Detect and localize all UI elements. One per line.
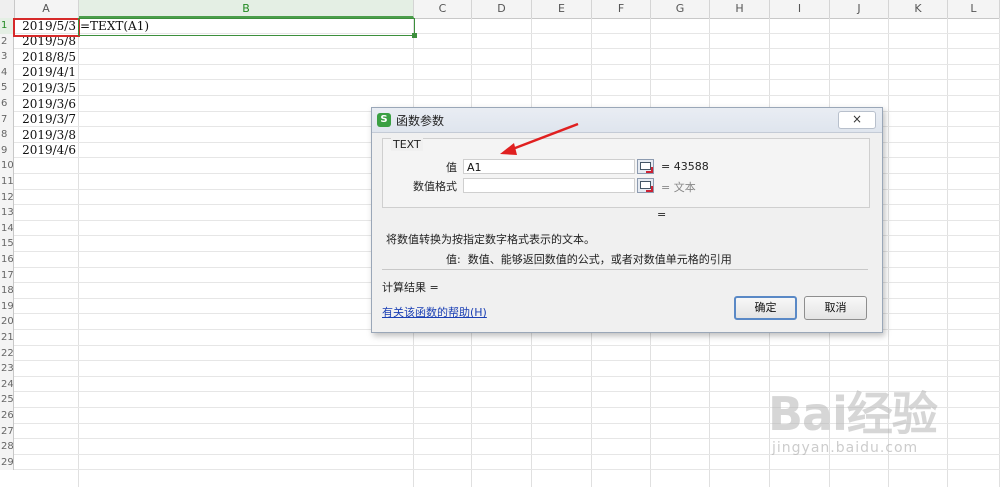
row-header-22[interactable]: 22 bbox=[0, 345, 14, 362]
arg-label-value: 值 bbox=[446, 161, 457, 174]
ok-button[interactable]: 确定 bbox=[734, 296, 797, 320]
row-header-28[interactable]: 28 bbox=[0, 439, 14, 455]
arg-input-value[interactable]: A1 bbox=[463, 159, 635, 174]
row-header-29[interactable]: 29 bbox=[0, 454, 14, 471]
function-description: 将数值转换为按指定数字格式表示的文本。 bbox=[386, 233, 595, 246]
column-header-h[interactable]: H bbox=[710, 0, 770, 18]
cell-a9[interactable]: 2019/4/6 bbox=[14, 143, 76, 158]
cell-a7[interactable]: 2019/3/7 bbox=[14, 112, 76, 127]
column-header-f[interactable]: F bbox=[592, 0, 651, 18]
arg-result-value: = 43588 bbox=[661, 160, 709, 173]
cell-a1-highlight bbox=[13, 18, 80, 37]
row-header-9[interactable]: 9 bbox=[0, 142, 14, 159]
fill-handle[interactable] bbox=[412, 33, 417, 38]
arguments-group: TEXT 值 A1 = 43588 数值格式 = 文本 bbox=[382, 138, 870, 208]
row-header-6[interactable]: 6 bbox=[0, 96, 14, 112]
row-header-20[interactable]: 20 bbox=[0, 314, 14, 330]
parameter-text: 数值、能够返回数值的公式，或者对数值单元格的引用 bbox=[467, 253, 732, 266]
row-header-21[interactable]: 21 bbox=[0, 330, 14, 346]
row-header-25[interactable]: 25 bbox=[0, 392, 14, 408]
cell-a3[interactable]: 2018/8/5 bbox=[14, 50, 76, 65]
grid-column-line bbox=[78, 18, 79, 487]
grid-row-line bbox=[14, 48, 1000, 50]
column-header-b[interactable]: B bbox=[79, 0, 414, 18]
cell-a5[interactable]: 2019/3/5 bbox=[14, 81, 76, 96]
row-header-19[interactable]: 19 bbox=[0, 298, 14, 315]
grid-row-line bbox=[14, 79, 1000, 81]
close-button[interactable]: × bbox=[838, 111, 876, 129]
column-header-d[interactable]: D bbox=[472, 0, 532, 18]
row-header-8[interactable]: 8 bbox=[0, 127, 14, 143]
row-header-10[interactable]: 10 bbox=[0, 158, 14, 174]
row-header-2[interactable]: 2 bbox=[0, 33, 14, 50]
column-header-e[interactable]: E bbox=[532, 0, 592, 18]
watermark-url: jingyan.baidu.com bbox=[772, 440, 919, 456]
cell-b1-formula[interactable]: =TEXT(A1) bbox=[80, 19, 149, 34]
dialog-title: 函数参数 bbox=[396, 114, 445, 128]
row-header-4[interactable]: 4 bbox=[0, 64, 14, 81]
row-header-13[interactable]: 13 bbox=[0, 205, 14, 221]
baidu-watermark: Bai经验 jingyan.baidu.com bbox=[764, 378, 1000, 487]
calculation-result: 计算结果 = bbox=[382, 281, 439, 294]
function-name: TEXT bbox=[391, 138, 423, 151]
grid-row-line bbox=[14, 95, 1000, 96]
row-header-23[interactable]: 23 bbox=[0, 361, 14, 377]
row-header-5[interactable]: 5 bbox=[0, 80, 14, 96]
cancel-button[interactable]: 取消 bbox=[804, 296, 867, 320]
row-header-7[interactable]: 7 bbox=[0, 111, 14, 128]
grid-row-line bbox=[14, 63, 1000, 65]
column-header-l[interactable]: L bbox=[948, 0, 1000, 18]
select-all-corner[interactable] bbox=[0, 0, 15, 18]
column-header-g[interactable]: G bbox=[651, 0, 710, 18]
grid-row-line bbox=[14, 375, 1000, 377]
column-header-j[interactable]: J bbox=[830, 0, 889, 18]
grid-row-line bbox=[14, 344, 1000, 346]
dialog-titlebar[interactable]: S 函数参数 × bbox=[372, 108, 882, 133]
row-header-12[interactable]: 12 bbox=[0, 189, 14, 206]
row-header-18[interactable]: 18 bbox=[0, 283, 14, 299]
row-header-17[interactable]: 17 bbox=[0, 267, 14, 284]
grid-row-line bbox=[14, 360, 1000, 362]
row-header-11[interactable]: 11 bbox=[0, 174, 14, 190]
row-header-15[interactable]: 15 bbox=[0, 236, 14, 252]
column-header-i[interactable]: I bbox=[770, 0, 830, 18]
row-header-24[interactable]: 24 bbox=[0, 376, 14, 393]
divider bbox=[382, 269, 868, 270]
function-arguments-dialog: S 函数参数 × TEXT 值 A1 = 43588 数值格式 = 文本 = 将… bbox=[371, 107, 883, 333]
parameter-name: 值: bbox=[446, 253, 461, 266]
row-header-1[interactable]: 1 bbox=[0, 18, 14, 34]
cell-a8[interactable]: 2019/3/8 bbox=[14, 128, 76, 143]
baidu-logo: Bai经验 bbox=[768, 387, 938, 441]
formula-result-eq: = bbox=[657, 208, 667, 221]
parameter-description: 值: 数值、能够返回数值的公式，或者对数值单元格的引用 bbox=[446, 251, 732, 267]
row-header-14[interactable]: 14 bbox=[0, 220, 14, 237]
row-header-16[interactable]: 16 bbox=[0, 252, 14, 268]
arg-input-format[interactable] bbox=[463, 178, 635, 193]
arg-result-format: = 文本 bbox=[661, 181, 696, 194]
cell-a4[interactable]: 2019/4/1 bbox=[14, 65, 76, 80]
row-header-27[interactable]: 27 bbox=[0, 423, 14, 440]
collapse-dialog-icon[interactable] bbox=[637, 178, 654, 193]
column-header-k[interactable]: K bbox=[889, 0, 948, 18]
row-header-3[interactable]: 3 bbox=[0, 49, 14, 65]
column-header-c[interactable]: C bbox=[414, 0, 472, 18]
wps-app-icon: S bbox=[377, 113, 391, 127]
row-header-26[interactable]: 26 bbox=[0, 408, 14, 424]
collapse-dialog-icon[interactable] bbox=[637, 159, 654, 174]
cell-a6[interactable]: 2019/3/6 bbox=[14, 97, 76, 112]
help-link[interactable]: 有关该函数的帮助(H) bbox=[382, 304, 487, 320]
arg-label-format: 数值格式 bbox=[413, 180, 457, 193]
column-header-a[interactable]: A bbox=[14, 0, 79, 18]
